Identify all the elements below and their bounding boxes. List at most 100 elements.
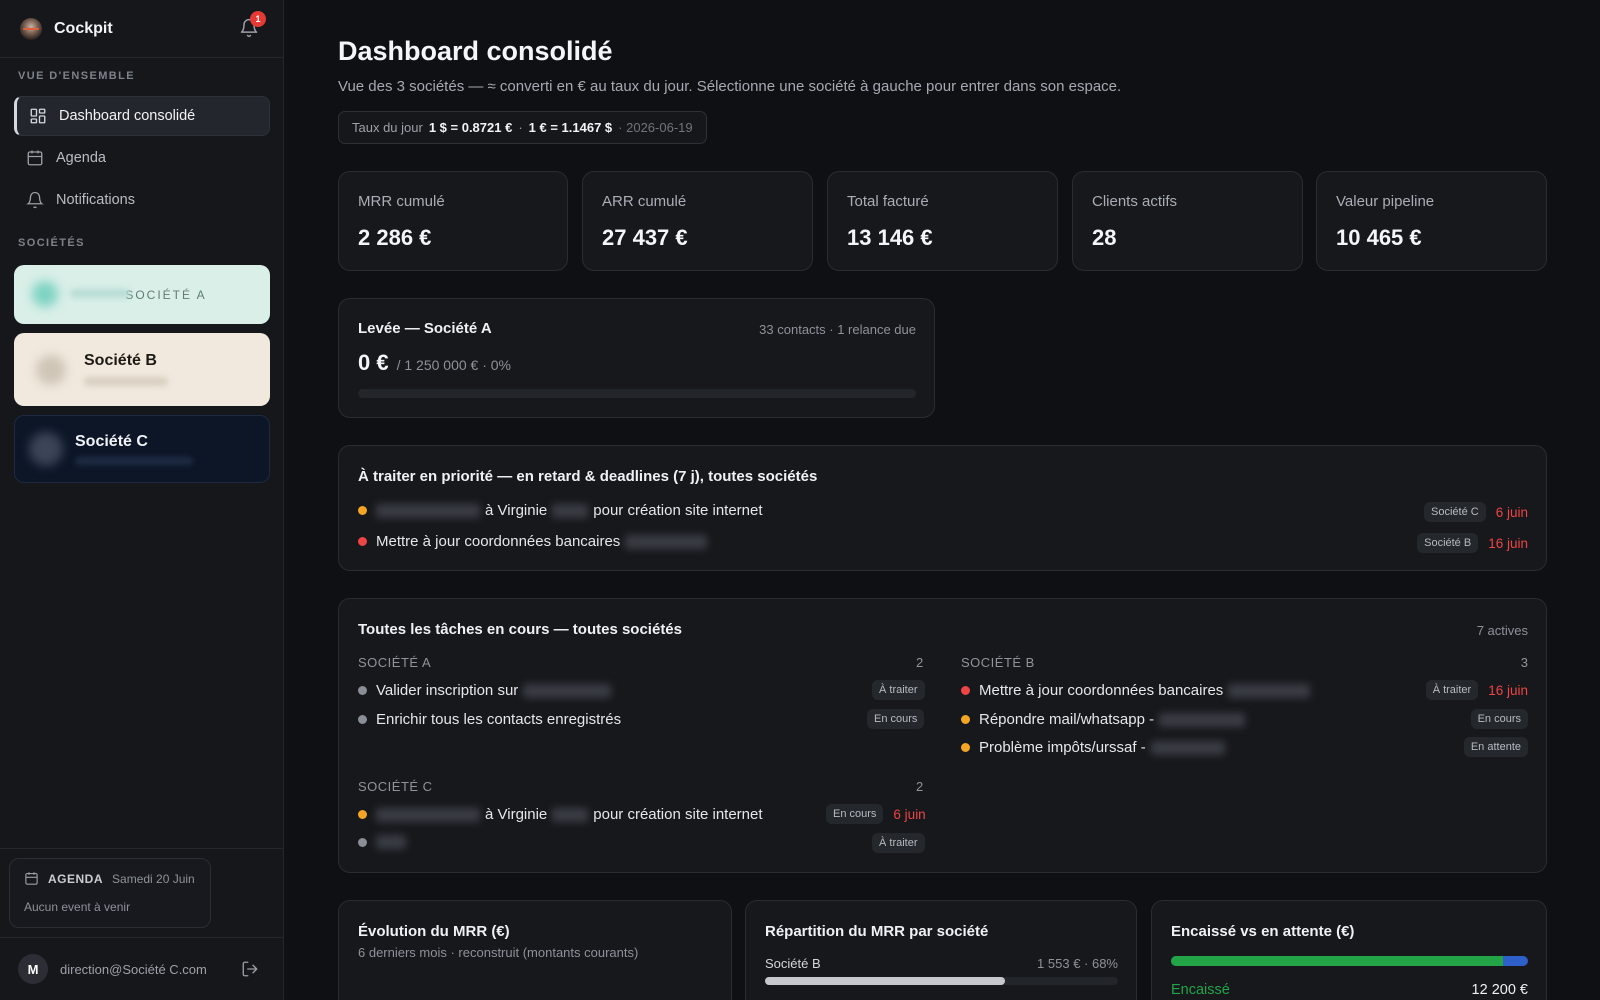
- task-status: En attente: [1463, 737, 1528, 757]
- cash-bar-paid: [1171, 956, 1503, 966]
- rate-sep: ·: [518, 120, 523, 135]
- kpi-label: ARR cumulé: [602, 193, 687, 210]
- kpi-card-clients: Clients actifs 28: [1072, 171, 1303, 271]
- cash-label: Encaissé: [1171, 982, 1230, 998]
- redacted-text: [376, 807, 480, 822]
- kpi-label: Clients actifs: [1092, 193, 1178, 210]
- mrr-split-card: Répartition du MRR par société Société B…: [745, 900, 1137, 1000]
- split-bar: [765, 977, 1118, 985]
- avatar[interactable]: M: [18, 954, 48, 984]
- rate-eur-usd: 1 € = 1.1467 $: [528, 120, 613, 135]
- company-card-c[interactable]: Société C: [14, 415, 270, 483]
- status-dot: [358, 537, 367, 546]
- cash-bar: [1171, 956, 1528, 966]
- group-label-b: SOCIÉTÉ B: [961, 655, 1035, 670]
- priority-item[interactable]: à Virginie pour création site internet: [358, 502, 763, 519]
- redacted-text: [376, 503, 480, 518]
- redacted-text: [1150, 740, 1225, 755]
- app-logo: [20, 17, 42, 40]
- status-dot: [358, 810, 367, 819]
- notification-badge: 1: [250, 11, 266, 27]
- nav-agenda[interactable]: Agenda: [14, 138, 270, 178]
- overview-heading: VUE D'ENSEMBLE: [18, 70, 135, 82]
- fundraise-progress-bar: [358, 389, 916, 398]
- agenda-label: AGENDA: [48, 871, 104, 886]
- redacted-text: [552, 807, 589, 822]
- task-status: À traiter: [872, 833, 925, 853]
- kpi-value: 28: [1092, 225, 1117, 250]
- task-text: Enrichir tous les contacts enregistrés: [376, 711, 622, 728]
- sidebar: Cockpit 1 VUE D'ENSEMBLE Dashboard conso…: [0, 0, 284, 1000]
- cash-card: Encaissé vs en attente (€) Encaissé 12 2…: [1151, 900, 1547, 1000]
- company-name: Société C: [75, 433, 148, 450]
- tasks-card: Toutes les tâches en cours — toutes soci…: [338, 598, 1547, 873]
- kpi-card-arr: ARR cumulé 27 437 €: [582, 171, 813, 271]
- status-dot: [961, 743, 970, 752]
- group-label-c: SOCIÉTÉ C: [358, 779, 433, 794]
- fundraise-meta: 33 contacts · 1 relance due: [759, 322, 916, 337]
- task-status: En cours: [826, 804, 884, 824]
- redacted-text: [70, 289, 130, 298]
- priority-text: Mettre à jour coordonnées bancaires: [376, 533, 621, 550]
- nav-label: Agenda: [56, 150, 106, 166]
- company-logo: [32, 281, 58, 307]
- task-item[interactable]: Répondre mail/whatsapp -: [961, 711, 1246, 728]
- companies-heading: SOCIÉTÉS: [18, 237, 85, 249]
- tasks-title: Toutes les tâches en cours — toutes soci…: [358, 621, 682, 638]
- kpi-value: 10 465 €: [1336, 225, 1422, 250]
- agenda-empty: Aucun event à venir: [24, 900, 131, 914]
- redacted-text: [84, 377, 168, 386]
- status-dot: [358, 506, 367, 515]
- company-card-b[interactable]: Société B: [14, 333, 270, 406]
- bell-icon: [26, 191, 44, 209]
- task-item[interactable]: Problème impôts/urssaf -: [961, 739, 1225, 756]
- status-dot: [961, 686, 970, 695]
- dashboard-icon: [30, 108, 46, 124]
- fundraise-card[interactable]: Levée — Société A 33 contacts · 1 relanc…: [338, 298, 935, 418]
- kpi-value: 13 146 €: [847, 225, 933, 250]
- task-status: À traiter: [1425, 680, 1479, 700]
- status-dot: [961, 715, 970, 724]
- company-card-a[interactable]: SOCIÉTÉ A: [14, 265, 270, 324]
- kpi-value: 2 286 €: [358, 225, 432, 250]
- task-text: Répondre mail/whatsapp -: [979, 711, 1155, 728]
- nav-label: Dashboard consolidé: [59, 108, 196, 124]
- task-status: En cours: [1470, 709, 1528, 729]
- kpi-card-pipeline: Valeur pipeline 10 465 €: [1316, 171, 1547, 271]
- task-item[interactable]: Enrichir tous les contacts enregistrés: [358, 711, 621, 728]
- company-name: Société B: [84, 352, 157, 369]
- page-title: Dashboard consolidé: [338, 36, 613, 66]
- logout-icon[interactable]: [241, 960, 259, 978]
- kpi-value: 27 437 €: [602, 225, 688, 250]
- nav-notifications[interactable]: Notifications: [14, 180, 270, 220]
- redacted-text: [75, 457, 193, 465]
- company-tag: Société B: [1417, 533, 1479, 553]
- task-status: En cours: [867, 709, 925, 729]
- company-name: SOCIÉTÉ A: [125, 287, 207, 302]
- task-item[interactable]: Valider inscription sur: [358, 682, 612, 699]
- app-name: Cockpit: [54, 19, 113, 37]
- status-dot: [358, 686, 367, 695]
- notifications-button[interactable]: 1: [239, 11, 266, 40]
- fundraise-goal: / 1 250 000 € · 0%: [396, 357, 512, 373]
- rate-usd-eur: 1 $ = 0.8721 €: [428, 120, 513, 135]
- agenda-widget[interactable]: AGENDA Samedi 20 Juin Aucun event à veni…: [9, 858, 211, 928]
- task-text: Problème impôts/urssaf -: [979, 739, 1146, 756]
- task-item[interactable]: [358, 835, 406, 849]
- task-status: À traiter: [872, 680, 925, 700]
- task-item[interactable]: Mettre à jour coordonnées bancaires: [961, 682, 1311, 699]
- mrr-evolution-title: Évolution du MRR (€): [358, 923, 510, 940]
- kpi-label: Valeur pipeline: [1336, 193, 1435, 210]
- redacted-text: [1159, 712, 1246, 727]
- redacted-text: [523, 683, 612, 698]
- redacted-text: [625, 534, 708, 549]
- split-value: 1 553 € · 68%: [1037, 956, 1118, 971]
- status-dot: [358, 837, 367, 847]
- priority-item[interactable]: Mettre à jour coordonnées bancaires: [358, 533, 708, 550]
- kpi-label: Total facturé: [847, 193, 929, 210]
- task-item[interactable]: à Virginie pour création site internet: [358, 806, 763, 823]
- priority-card: À traiter en priorité — en retard & dead…: [338, 445, 1547, 571]
- nav-dashboard[interactable]: Dashboard consolidé: [14, 96, 270, 136]
- due-date: 6 juin: [1495, 504, 1528, 520]
- kpi-card-mrr: MRR cumulé 2 286 €: [338, 171, 568, 271]
